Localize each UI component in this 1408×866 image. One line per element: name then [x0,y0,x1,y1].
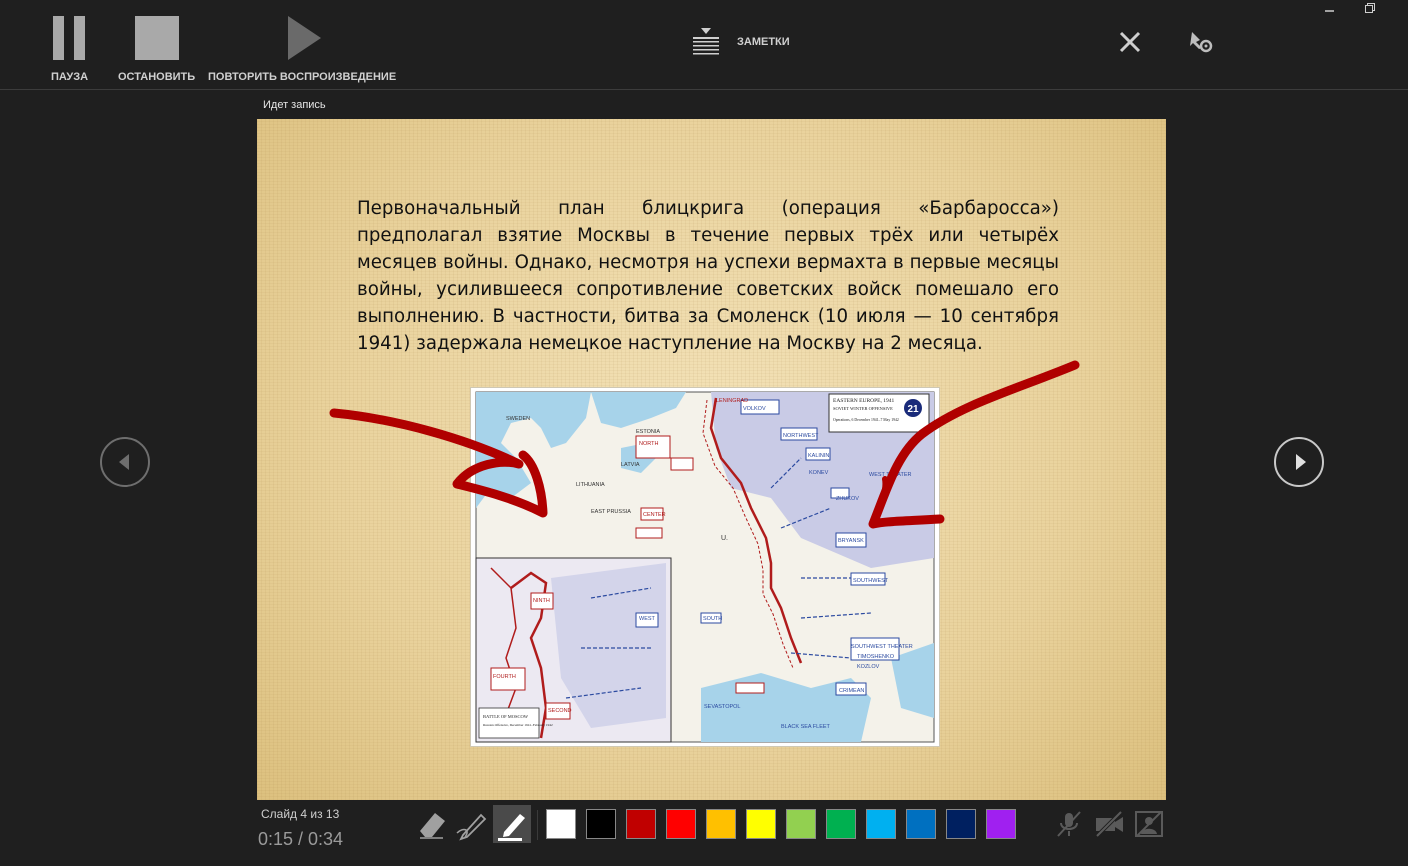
play-icon [288,16,321,60]
pen-button[interactable] [453,805,491,843]
pen-icon [456,813,487,841]
pause-icon [53,16,85,60]
recording-toolbar: ПАУЗА ОСТАНОВИТЬ ПОВТОРИТЬ ВОСПРОИЗВЕДЕН… [0,0,1408,90]
stop-button[interactable]: ОСТАНОВИТЬ [115,0,201,89]
recording-timer: 0:15 / 0:34 [258,829,344,849]
notes-label: ЗАМЕТКИ [737,36,790,48]
color-swatch-white[interactable] [546,809,576,839]
next-slide-button[interactable] [1274,437,1324,487]
color-swatch-dark-blue[interactable] [946,809,976,839]
color-swatch-purple[interactable] [986,809,1016,839]
highlighter-button[interactable] [493,805,531,843]
color-swatch-green[interactable] [826,809,856,839]
close-icon[interactable] [1119,31,1141,53]
camera-preview-button[interactable] [1134,809,1164,839]
pause-label: ПАУЗА [51,71,89,83]
highlighter-icon [498,814,525,841]
color-swatch-red[interactable] [666,809,696,839]
stop-label: ОСТАНОВИТЬ [118,71,196,83]
color-swatch-blue[interactable] [906,809,936,839]
replay-button[interactable]: ПОВТОРИТЬ ВОСПРОИЗВЕДЕНИЕ [206,0,406,89]
color-swatch-light-green[interactable] [786,809,816,839]
eraser-button[interactable] [413,805,451,843]
slide-canvas[interactable]: Первоначальный план блицкрига (операция … [257,119,1166,800]
camera-preview-off-icon [1135,811,1163,837]
color-swatch-yellow[interactable] [746,809,776,839]
ink-annotations [329,360,1080,529]
minimize-icon[interactable] [1324,2,1336,17]
recording-status: Идет запись [263,99,326,111]
pause-button[interactable]: ПАУЗА [47,0,97,89]
stop-icon [135,16,179,60]
notes-button[interactable]: ЗАМЕТКИ [688,0,808,89]
camera-button[interactable] [1094,809,1124,839]
color-swatch-light-blue[interactable] [866,809,896,839]
toolbar-divider [537,810,538,840]
notes-icon [693,28,719,55]
color-swatch-dark-red[interactable] [626,809,656,839]
previous-slide-button[interactable] [100,437,150,487]
color-swatch-black[interactable] [586,809,616,839]
eraser-icon [420,813,445,839]
microphone-off-icon [1057,811,1081,837]
slide-counter: Слайд 4 из 13 [261,807,340,821]
settings-icon[interactable] [1190,30,1214,54]
replay-label: ПОВТОРИТЬ ВОСПРОИЗВЕДЕНИЕ [208,71,397,83]
camera-off-icon [1095,810,1123,838]
microphone-button[interactable] [1054,809,1084,839]
chevron-left-icon [119,454,129,470]
chevron-right-icon [1296,454,1306,470]
restore-icon[interactable] [1364,2,1376,17]
color-swatch-orange[interactable] [706,809,736,839]
